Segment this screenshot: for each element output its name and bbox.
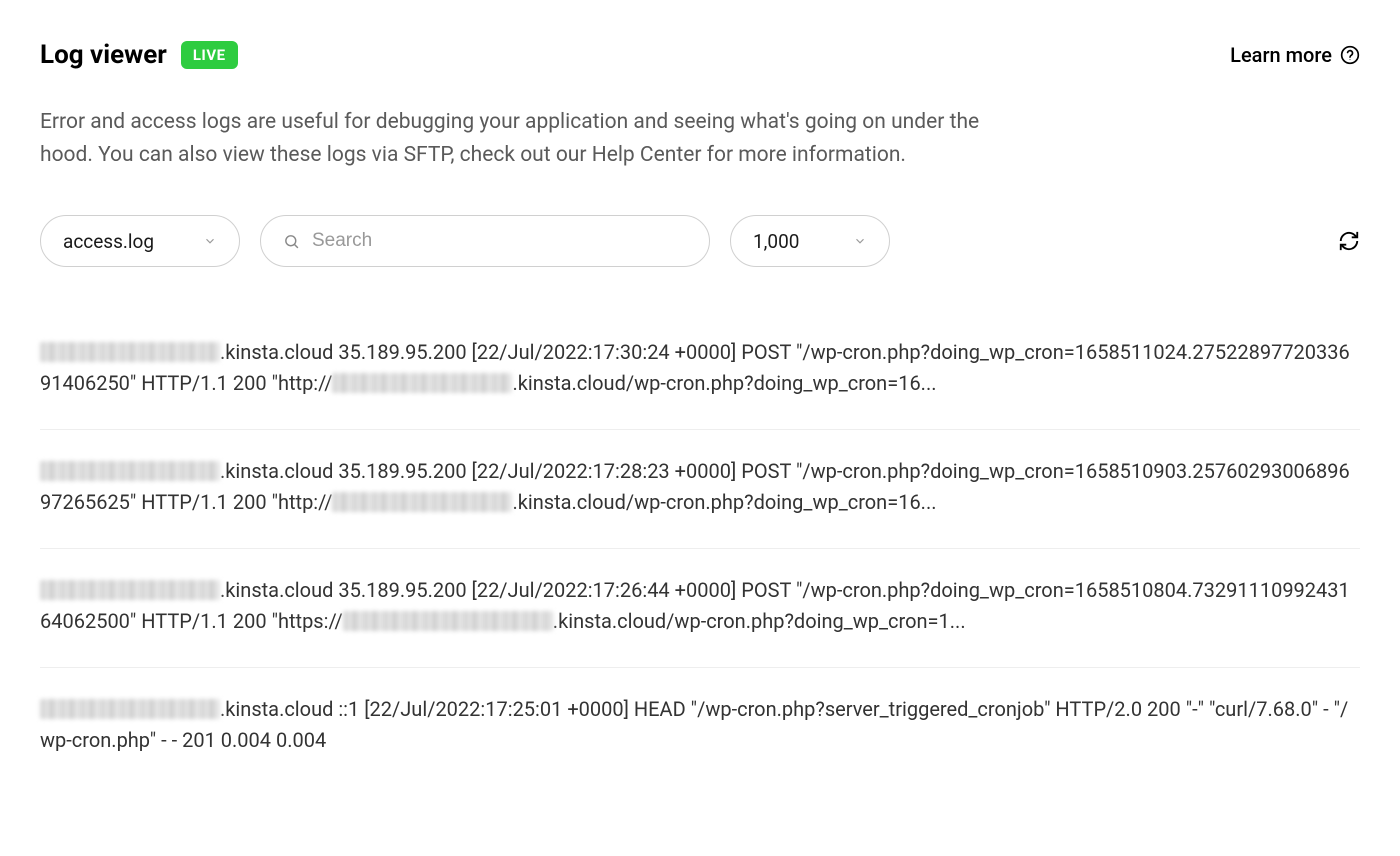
header-row: Log viewer LIVE Learn more [40,40,1360,70]
live-badge: LIVE [181,41,238,69]
learn-more-label: Learn more [1230,43,1332,67]
log-entry: .kinsta.cloud 35.189.95.200 [22/Jul/2022… [40,311,1360,430]
learn-more-link[interactable]: Learn more [1230,43,1360,67]
redacted-hostname [343,611,553,631]
log-text: .kinsta.cloud/wp-cron.php?doing_wp_cron=… [512,371,936,395]
page-title: Log viewer [40,40,167,70]
page-description: Error and access logs are useful for deb… [40,106,990,171]
chevron-down-icon [203,234,217,248]
log-entry: .kinsta.cloud ::1 [22/Jul/2022:17:25:01 … [40,668,1360,786]
search-input[interactable] [312,230,687,252]
controls-row: access.log 1,000 [40,215,1360,267]
help-circle-icon [1340,45,1360,65]
line-count-select[interactable]: 1,000 [730,215,890,267]
log-text: .kinsta.cloud/wp-cron.php?doing_wp_cron=… [553,609,966,633]
log-text: .kinsta.cloud ::1 [22/Jul/2022:17:25:01 … [40,697,1348,752]
redacted-hostname [332,492,512,512]
refresh-icon [1338,230,1360,252]
redacted-hostname [40,580,220,600]
search-field-wrap [260,215,710,267]
log-entry: .kinsta.cloud 35.189.95.200 [22/Jul/2022… [40,430,1360,549]
redacted-hostname [40,699,220,719]
line-count-value: 1,000 [753,230,799,253]
log-type-select[interactable]: access.log [40,215,240,267]
redacted-hostname [332,373,512,393]
log-list: .kinsta.cloud 35.189.95.200 [22/Jul/2022… [40,311,1360,786]
log-entry: .kinsta.cloud 35.189.95.200 [22/Jul/2022… [40,549,1360,668]
redacted-hostname [40,342,220,362]
log-text: .kinsta.cloud/wp-cron.php?doing_wp_cron=… [512,490,936,514]
search-icon [283,233,300,250]
redacted-hostname [40,461,220,481]
log-type-value: access.log [63,230,154,253]
chevron-down-icon [853,234,867,248]
header-left: Log viewer LIVE [40,40,238,70]
refresh-button[interactable] [1338,230,1360,252]
